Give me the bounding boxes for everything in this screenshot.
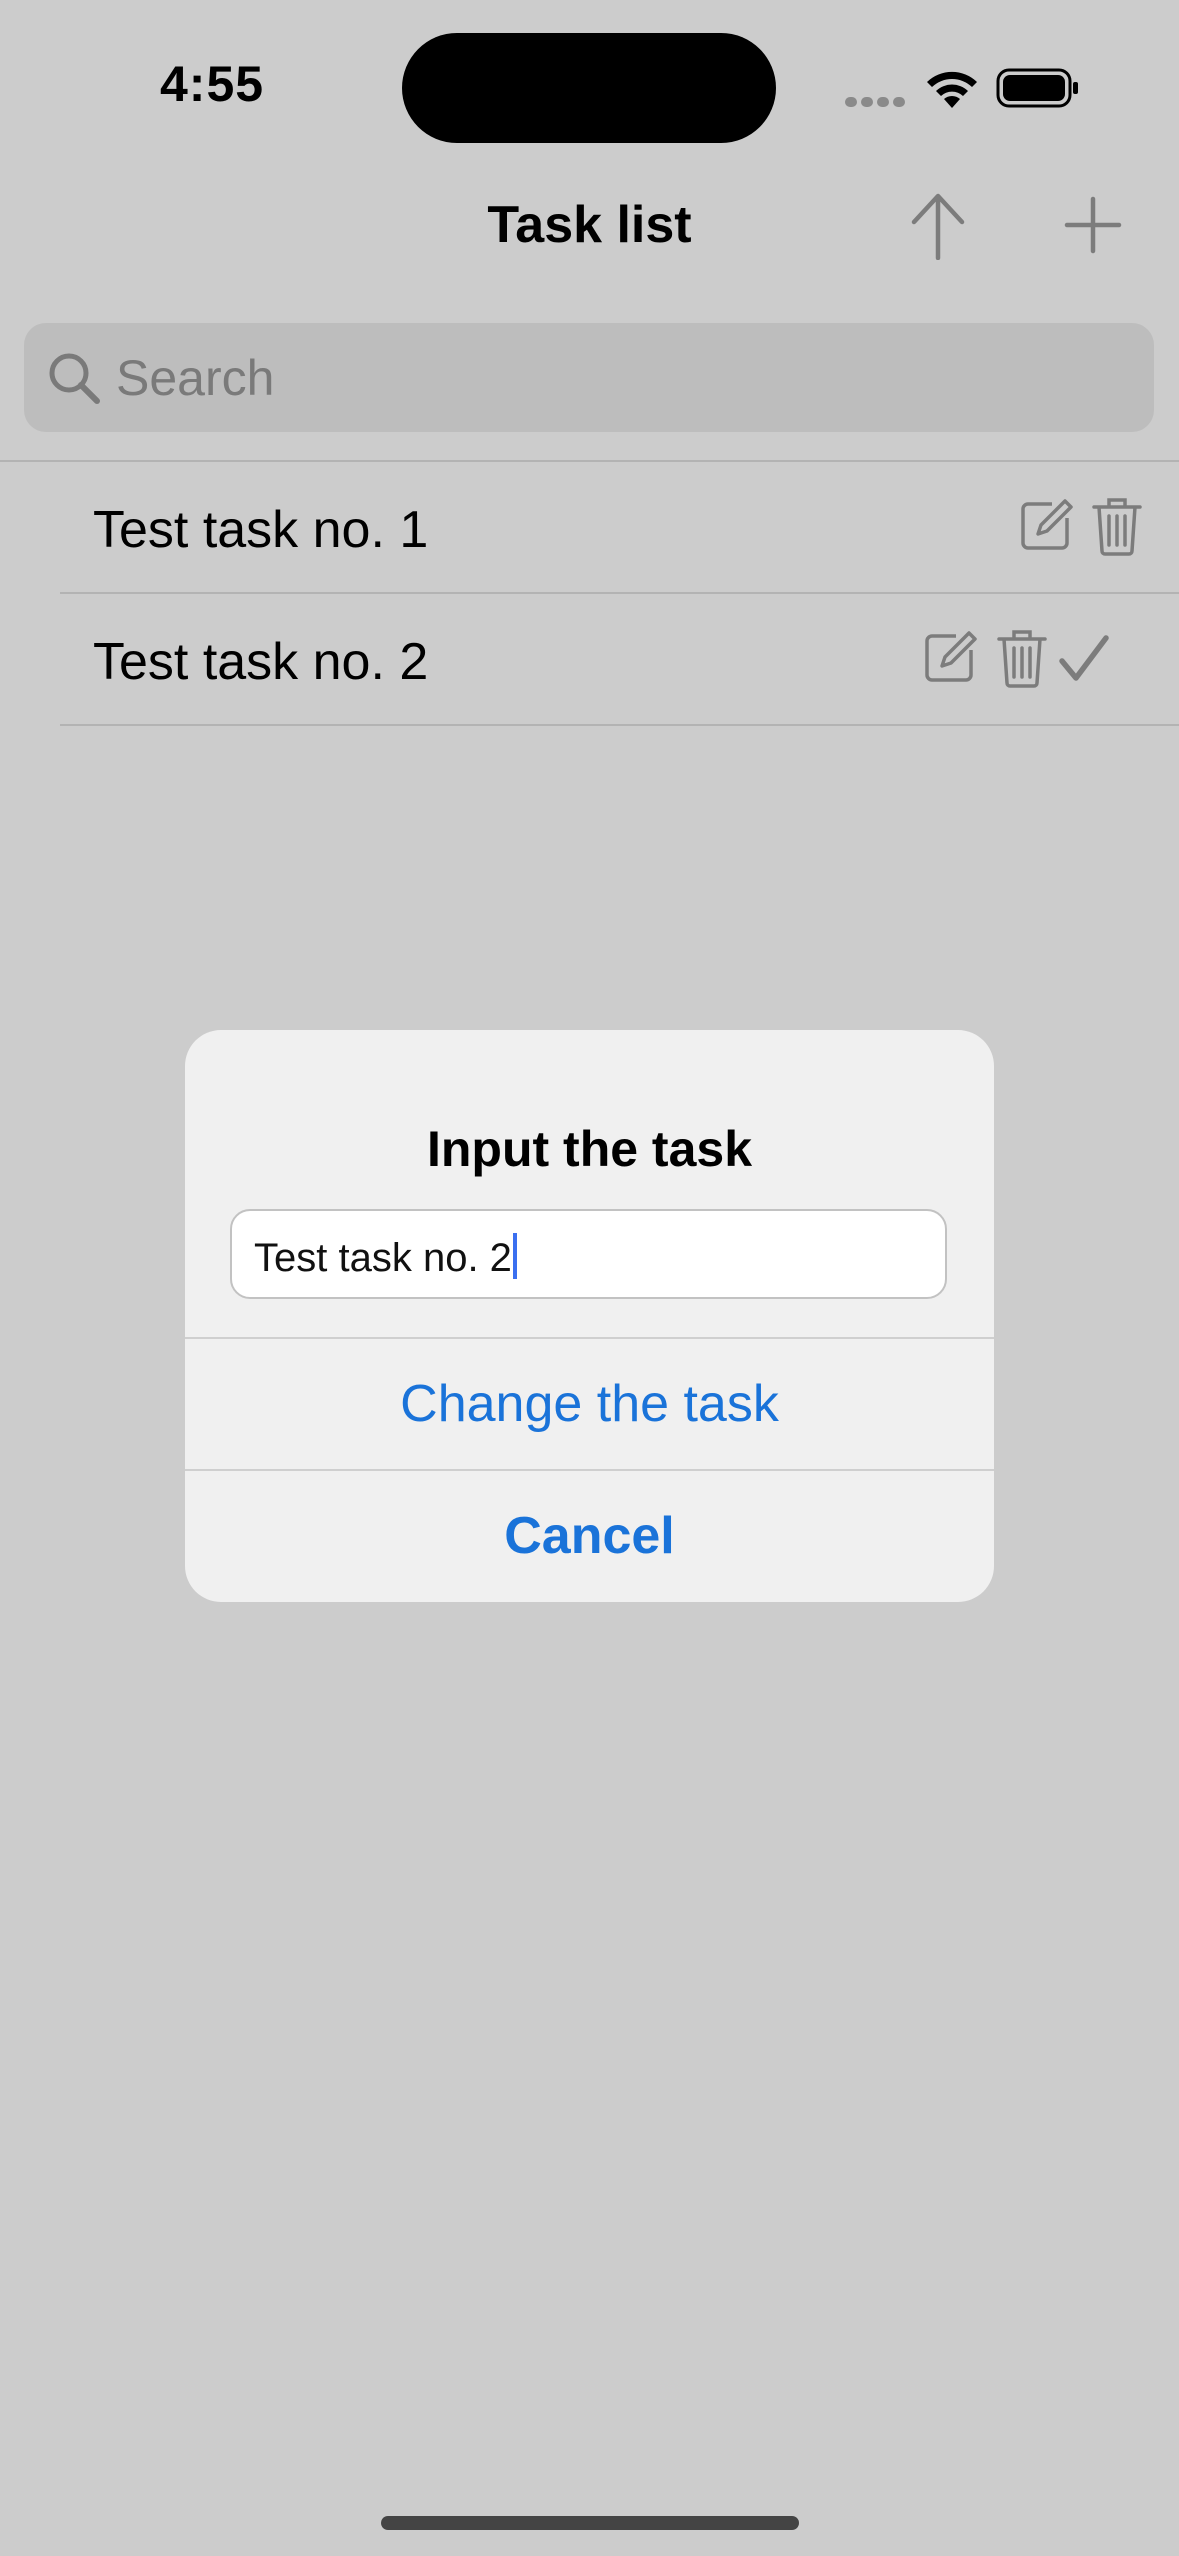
cancel-button[interactable]: Cancel [185, 1471, 994, 1601]
change-task-button[interactable]: Change the task [185, 1339, 994, 1469]
plus-icon[interactable] [1064, 196, 1122, 254]
arrow-up-icon[interactable] [908, 192, 968, 260]
divider [60, 724, 1179, 726]
text-cursor [512, 1233, 517, 1279]
list-item[interactable]: Test task no. 2 [0, 594, 1179, 724]
edit-icon[interactable] [1018, 498, 1074, 554]
alert-title: Input the task [426, 1121, 753, 1177]
status-time: 4:55 [160, 56, 265, 112]
trash-icon[interactable] [997, 628, 1047, 688]
dynamic-island [402, 33, 776, 143]
magnifying-glass-icon [49, 353, 100, 404]
task-label: Test task no. 1 [93, 501, 429, 559]
checkmark-icon[interactable] [1058, 634, 1110, 684]
cellular-signal-icon [845, 94, 909, 112]
alert-dialog: Input the task Test task no. 2 Change th… [185, 1030, 994, 1602]
task-text-field[interactable]: Test task no. 2 [230, 1209, 947, 1299]
task-field-value: Test task no. 2 [254, 1236, 512, 1280]
task-label: Test task no. 2 [93, 633, 429, 691]
wifi-icon [927, 71, 977, 108]
search-bar[interactable] [24, 323, 1154, 432]
page-title: Task list [487, 196, 692, 254]
trash-icon[interactable] [1092, 496, 1142, 556]
edit-icon[interactable] [922, 630, 978, 686]
list-item[interactable]: Test task no. 1 [0, 462, 1179, 592]
battery-icon [996, 68, 1078, 108]
home-indicator[interactable] [381, 2516, 799, 2530]
search-input[interactable] [116, 323, 1116, 432]
